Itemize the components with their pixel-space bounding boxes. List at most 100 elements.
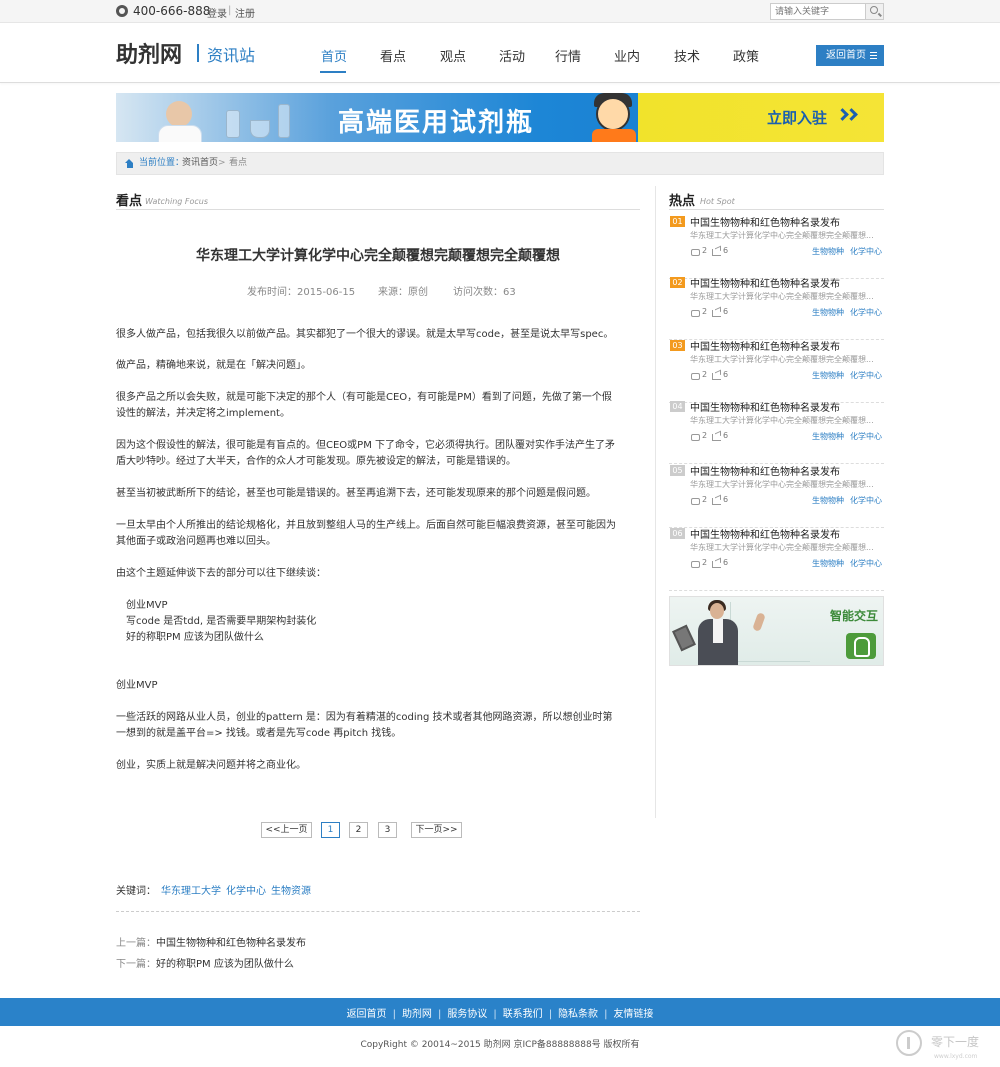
banner-cta[interactable]: 立即入驻	[767, 107, 827, 128]
share-icon	[712, 561, 721, 568]
top-bar: 400-666-888 登录 | 注册	[0, 0, 1000, 23]
footer-link-site[interactable]: 助剂网	[396, 1005, 438, 1020]
footer-link-friends[interactable]: 友情链接	[607, 1005, 659, 1020]
presenter-shirt	[713, 619, 723, 643]
hot-item-tag[interactable]: 化学中心	[850, 307, 882, 318]
hot-item-tag[interactable]: 化学中心	[850, 246, 882, 257]
nav-industry[interactable]: 业内	[614, 46, 640, 65]
hot-item[interactable]: 06 中国生物物种和红色物种名录发布 华东理工大学计算化学中心完全颠覆想完全颠覆想.…	[669, 528, 884, 591]
prev-article-label: 上一篇：	[116, 938, 156, 949]
prev-article-link[interactable]: 中国生物物种和红色物种名录发布	[156, 938, 306, 949]
article-paragraph: 一旦太早由个人所推出的结论规格化，并且放到整组人马的生产线上。后面自然可能巨幅浪…	[116, 520, 616, 547]
next-article: 下一篇：好的称职PM 应该为团队做什么	[116, 955, 294, 970]
footer-link-terms[interactable]: 服务协议	[441, 1005, 493, 1020]
nav-opinion[interactable]: 观点	[440, 46, 466, 65]
footer-bar: 返回首页 | 助剂网 | 服务协议 | 联系我们 | 隐私条款 | 友情链接	[0, 998, 1000, 1026]
tablet-icon	[672, 624, 696, 652]
hot-item-title[interactable]: 中国生物物种和红色物种名录发布	[690, 214, 840, 229]
section-title: 看点	[116, 194, 143, 209]
hot-item-title[interactable]: 中国生物物种和红色物种名录发布	[690, 399, 840, 414]
nav-technology[interactable]: 技术	[674, 46, 700, 65]
next-article-link[interactable]: 好的称职PM 应该为团队做什么	[156, 959, 294, 970]
search-icon	[870, 6, 878, 14]
hot-item-title[interactable]: 中国生物物种和红色物种名录发布	[690, 463, 840, 478]
hot-item-title[interactable]: 中国生物物种和红色物种名录发布	[690, 338, 840, 353]
hot-item-tag[interactable]: 生物物种	[812, 307, 844, 318]
keyword-link[interactable]: 华东理工大学	[161, 886, 221, 897]
comment-count: 2	[702, 246, 708, 255]
hotline-number: 400-666-888	[133, 4, 211, 18]
comment-icon	[691, 249, 700, 256]
login-link[interactable]: 登录	[207, 5, 227, 20]
search-input[interactable]	[771, 4, 866, 19]
hot-item-tag[interactable]: 化学中心	[850, 495, 882, 506]
comment-icon	[691, 498, 700, 505]
nav-focus[interactable]: 看点	[380, 46, 406, 65]
side-ad[interactable]: 智能交互	[669, 596, 884, 666]
hot-item-tag[interactable]: 生物物种	[812, 431, 844, 442]
hot-item-summary: 华东理工大学计算化学中心完全颠覆想完全颠覆想...	[690, 231, 874, 240]
site-logo[interactable]: 助剂网	[116, 37, 182, 69]
keyword-link[interactable]: 生物资源	[271, 886, 311, 897]
footer-link-contact[interactable]: 联系我们	[497, 1005, 549, 1020]
comment-count: 2	[702, 307, 708, 316]
article-paragraph: 做产品，精确地来说，就是在「解决问题」。	[116, 360, 311, 371]
nav-events[interactable]: 活动	[499, 46, 525, 65]
comment-icon	[691, 434, 700, 441]
pager-page-1[interactable]: 1	[321, 822, 340, 838]
hot-item-tag[interactable]: 化学中心	[850, 558, 882, 569]
watermark-text: 零下一度	[931, 1035, 980, 1049]
back-home-button[interactable]: 返回首页	[816, 45, 884, 66]
hot-item-summary: 华东理工大学计算化学中心完全颠覆想完全颠覆想...	[690, 416, 874, 425]
comment-count: 2	[702, 495, 708, 504]
hot-item-title[interactable]: 中国生物物种和红色物种名录发布	[690, 526, 840, 541]
article-list-item: 创业MVP	[126, 600, 168, 611]
breadcrumb-news-home[interactable]: 资讯首页	[182, 153, 218, 174]
share-icon	[712, 373, 721, 380]
hot-rank-badge: 04	[670, 401, 685, 412]
footer-link-home[interactable]: 返回首页	[341, 1005, 393, 1020]
hot-item-tag[interactable]: 生物物种	[812, 558, 844, 569]
hot-item[interactable]: 02 中国生物物种和红色物种名录发布 华东理工大学计算化学中心完全颠覆想完全颠覆想.…	[669, 277, 884, 340]
pager-prev[interactable]: <<上一页	[261, 822, 312, 838]
hot-item[interactable]: 04 中国生物物种和红色物种名录发布华东理工大学计算化学中心完全颠覆想完全颠覆想.…	[669, 401, 884, 464]
hot-item-tag[interactable]: 生物物种	[812, 495, 844, 506]
keywords-label: 关键词：	[116, 886, 156, 897]
site-header: 助剂网 资讯站 首页 看点 观点 活动 行情 业内 技术 政策 返回首页	[0, 23, 1000, 83]
next-article-label: 下一篇：	[116, 959, 156, 970]
hot-item-tag[interactable]: 生物物种	[812, 370, 844, 381]
prev-article: 上一篇：中国生物物种和红色物种名录发布	[116, 934, 306, 949]
nav-home[interactable]: 首页	[321, 46, 347, 65]
article-list-item: 写code 是否tdd, 是否需要早期架构封装化	[126, 616, 317, 627]
hot-item-summary: 华东理工大学计算化学中心完全颠覆想完全颠覆想...	[690, 480, 874, 489]
hot-item[interactable]: 01 中国生物物种和红色物种名录发布 华东理工大学计算化学中心完全颠覆想完全颠覆想.…	[669, 216, 884, 279]
nav-market[interactable]: 行情	[555, 46, 581, 65]
hot-item-title[interactable]: 中国生物物种和红色物种名录发布	[690, 275, 840, 290]
article-title: 华东理工大学计算化学中心完全颠覆想完颠覆想完全颠覆想	[196, 248, 560, 264]
touch-icon	[846, 633, 876, 659]
comment-count: 2	[702, 558, 708, 567]
hot-section-title: 热点	[669, 194, 696, 209]
hot-item-tag[interactable]: 化学中心	[850, 431, 882, 442]
pager-page-3[interactable]: 3	[378, 822, 397, 838]
pager-next[interactable]: 下一页>>	[411, 822, 462, 838]
section-subtitle: Watching Focus	[145, 197, 209, 206]
ad-banner[interactable]: 高端医用试剂瓶 立即入驻	[116, 93, 884, 142]
pager-page-2[interactable]: 2	[349, 822, 368, 838]
hot-item[interactable]: 05 中国生物物种和红色物种名录发布 华东理工大学计算化学中心完全颠覆想完全颠覆想.…	[669, 465, 884, 528]
hot-item-tag[interactable]: 生物物种	[812, 246, 844, 257]
register-link[interactable]: 注册	[235, 5, 255, 20]
share-icon	[712, 498, 721, 505]
share-icon	[712, 434, 721, 441]
nav-policy[interactable]: 政策	[733, 46, 759, 65]
double-arrow-icon	[845, 108, 858, 121]
article-paragraph: 因为这个假设性的解法，很可能是有盲点的。但CEO或PM 下了命令，它必须得执行。…	[116, 440, 616, 467]
watermark-logo-icon	[896, 1030, 922, 1056]
article-paragraph: 创业，实质上就是解决问题并将之商业化。	[116, 760, 306, 771]
hot-item-tag[interactable]: 化学中心	[850, 370, 882, 381]
keyword-link[interactable]: 化学中心	[226, 886, 266, 897]
hot-item[interactable]: 03 中国生物物种和红色物种名录发布 华东理工大学计算化学中心完全颠覆想完全颠覆想.…	[669, 340, 884, 403]
search-button[interactable]	[865, 4, 883, 19]
hot-item-summary: 华东理工大学计算化学中心完全颠覆想完全颠覆想...	[690, 543, 874, 552]
footer-link-privacy[interactable]: 隐私条款	[552, 1005, 604, 1020]
